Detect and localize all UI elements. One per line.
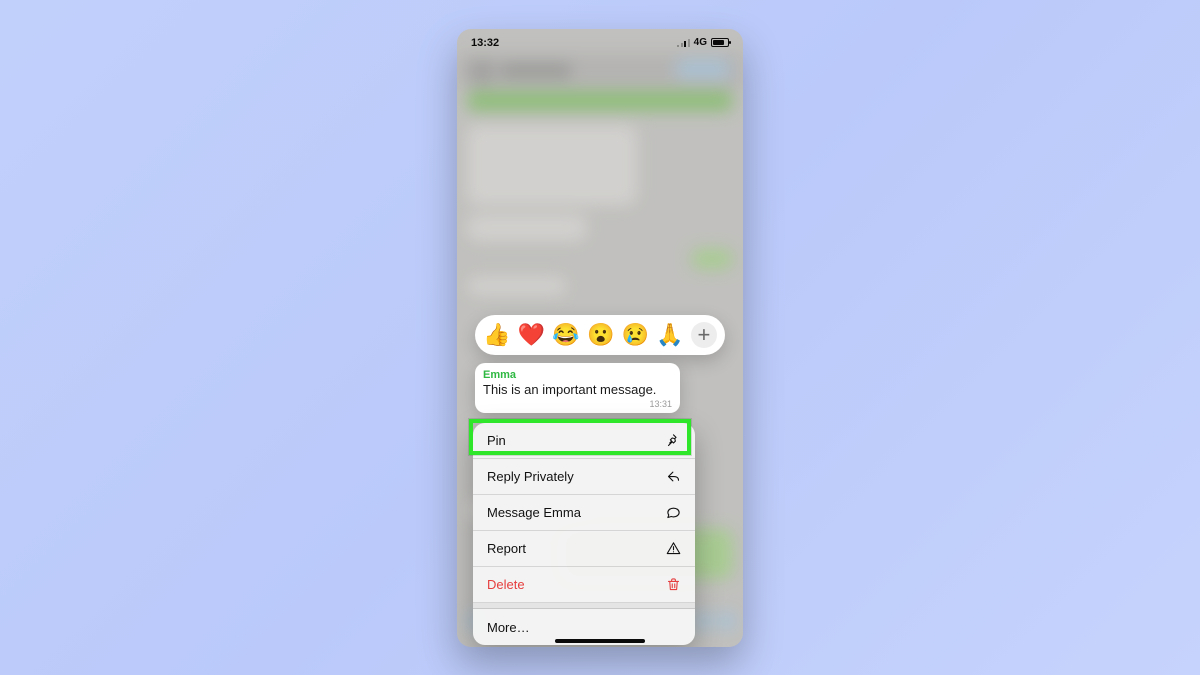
- reaction-bar: 👍 ❤️ 😂 😮 😢 🙏 +: [475, 315, 725, 355]
- menu-item-reply-privately[interactable]: Reply Privately: [473, 459, 695, 495]
- reply-icon: [666, 469, 681, 484]
- network-label: 4G: [694, 37, 707, 48]
- menu-label: Pin: [487, 433, 506, 448]
- context-container: 👍 ❤️ 😂 😮 😢 🙏 + Emma This is an important…: [475, 315, 725, 646]
- reaction-add-button[interactable]: +: [691, 322, 717, 348]
- status-time: 13:32: [471, 37, 499, 49]
- phone-frame: 13:32 4G 👍 ❤️ 😂 😮 😢 🙏 + Emma This is an …: [457, 29, 743, 647]
- menu-label: Reply Privately: [487, 469, 574, 484]
- pin-icon: [666, 433, 681, 448]
- message-sender: Emma: [483, 369, 672, 381]
- signal-icon: [677, 39, 690, 47]
- trash-icon: [666, 577, 681, 592]
- reaction-thumbs-up[interactable]: 👍: [483, 324, 510, 346]
- menu-item-message-user[interactable]: Message Emma: [473, 495, 695, 531]
- menu-item-pin[interactable]: Pin: [473, 423, 695, 459]
- battery-icon: [711, 38, 729, 47]
- menu-label: Delete: [487, 577, 525, 592]
- chat-icon: [666, 505, 681, 520]
- menu-label: More…: [487, 620, 530, 635]
- menu-label: Message Emma: [487, 505, 581, 520]
- reaction-wow[interactable]: 😮: [587, 324, 614, 346]
- context-menu: Pin Reply Privately Message Emma Report: [473, 423, 695, 645]
- reaction-laugh[interactable]: 😂: [552, 324, 579, 346]
- menu-item-report[interactable]: Report: [473, 531, 695, 567]
- selected-message: Emma This is an important message. 13:31: [475, 363, 680, 414]
- menu-label: Report: [487, 541, 526, 556]
- message-text: This is an important message.: [483, 382, 672, 399]
- warning-icon: [666, 541, 681, 556]
- status-bar: 13:32 4G: [457, 35, 743, 51]
- reaction-pray[interactable]: 🙏: [656, 324, 683, 346]
- reaction-heart[interactable]: ❤️: [518, 324, 545, 346]
- home-indicator: [555, 639, 645, 643]
- menu-item-delete[interactable]: Delete: [473, 567, 695, 603]
- reaction-sad[interactable]: 😢: [622, 324, 649, 346]
- message-time: 13:31: [483, 399, 672, 409]
